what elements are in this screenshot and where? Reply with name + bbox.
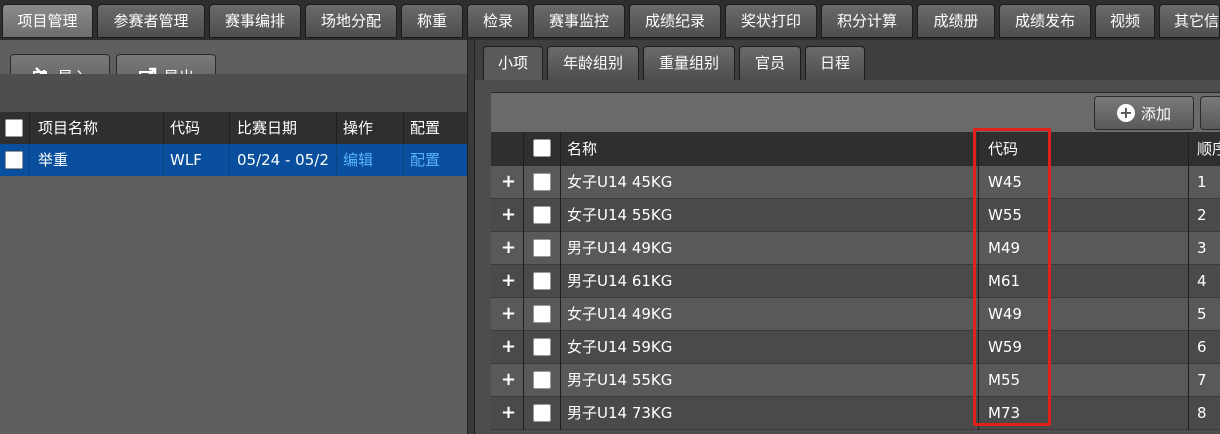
event-order: 5 — [1197, 305, 1207, 323]
event-order: 4 — [1197, 272, 1207, 290]
column-header-config[interactable]: 配置 — [410, 112, 440, 144]
panel-splitter[interactable] — [467, 40, 475, 434]
column-header-event-name[interactable]: 名称 — [567, 133, 597, 165]
subtab-weight-groups[interactable]: 重量组别 — [643, 46, 735, 80]
event-row[interactable]: + 女子U14 55KG W55 2 — [491, 199, 1220, 232]
event-name: 女子U14 45KG — [567, 173, 673, 191]
event-row[interactable]: + 男子U14 55KG M55 7 — [491, 364, 1220, 397]
expand-icon[interactable]: + — [501, 166, 516, 198]
row-checkbox[interactable] — [533, 239, 551, 257]
row-checkbox[interactable] — [533, 173, 551, 191]
column-header-date[interactable]: 比赛日期 — [237, 112, 297, 144]
expand-icon[interactable]: + — [501, 331, 516, 363]
column-header-name[interactable]: 项目名称 — [38, 112, 98, 144]
event-name: 男子U14 55KG — [567, 371, 673, 389]
subtab-schedule[interactable]: 日程 — [805, 46, 865, 80]
sub-tab-bar: 小项 年龄组别 重量组别 官员 日程 — [475, 40, 1220, 80]
tab-certificate-print[interactable]: 奖状打印 — [725, 4, 817, 38]
tab-project-management[interactable]: 项目管理 — [2, 4, 93, 38]
add-event-label: 添加 — [1140, 104, 1171, 123]
tab-schedule[interactable]: 赛事编排 — [209, 4, 301, 38]
project-toolbar — [0, 74, 467, 112]
select-all-events-checkbox[interactable] — [533, 139, 551, 157]
row-checkbox[interactable] — [533, 371, 551, 389]
event-order: 2 — [1197, 206, 1207, 224]
expand-icon[interactable]: + — [501, 298, 516, 330]
project-date: 05/24 - 05/2 — [237, 151, 329, 169]
subtab-officials[interactable]: 官员 — [739, 46, 801, 80]
event-order: 1 — [1197, 173, 1207, 191]
event-order: 7 — [1197, 371, 1207, 389]
expand-icon[interactable]: + — [501, 397, 516, 429]
tab-monitor[interactable]: 赛事监控 — [533, 4, 625, 38]
tab-results-record[interactable]: 成绩纪录 — [629, 4, 721, 38]
event-row[interactable]: + 男子U14 49KG M49 3 — [491, 232, 1220, 265]
event-row[interactable]: + 女子U14 45KG W45 1 — [491, 166, 1220, 199]
event-order: 8 — [1197, 404, 1207, 422]
column-header-action[interactable]: 操作 — [343, 112, 373, 144]
event-name: 女子U14 55KG — [567, 206, 673, 224]
tab-venue[interactable]: 场地分配 — [305, 4, 397, 38]
event-row[interactable]: + 女子U14 49KG W49 5 — [491, 298, 1220, 331]
row-checkbox[interactable] — [5, 151, 23, 169]
top-tab-bar: 项目管理 参赛者管理 赛事编排 场地分配 称重 检录 赛事监控 成绩纪录 奖状打… — [0, 0, 1220, 40]
row-checkbox[interactable] — [533, 305, 551, 323]
row-checkbox[interactable] — [533, 206, 551, 224]
edit-link[interactable]: 编辑 — [343, 144, 373, 176]
event-row[interactable]: + 女子U14 59KG W59 6 — [491, 331, 1220, 364]
row-checkbox[interactable] — [533, 404, 551, 422]
event-name: 男子U14 49KG — [567, 239, 673, 257]
project-row[interactable]: 举重 WLF 05/24 - 05/2 编辑 配置 — [0, 144, 467, 176]
project-code: WLF — [170, 151, 202, 169]
add-event-button[interactable]: + 添加 — [1094, 96, 1194, 130]
expand-icon[interactable]: + — [501, 199, 516, 231]
event-order: 3 — [1197, 239, 1207, 257]
row-checkbox[interactable] — [533, 272, 551, 290]
tab-results-book[interactable]: 成绩册 — [917, 4, 995, 38]
expand-icon[interactable]: + — [501, 364, 516, 396]
more-toolbar-button[interactable] — [1200, 96, 1220, 130]
expand-icon[interactable]: + — [501, 265, 516, 297]
event-table-header: 名称 代码 顺序 — [491, 132, 1220, 166]
event-name: 男子U14 61KG — [567, 272, 673, 290]
event-name: 女子U14 59KG — [567, 338, 673, 356]
event-name: 男子U14 73KG — [567, 404, 673, 422]
event-row[interactable]: + 男子U14 61KG M61 4 — [491, 265, 1220, 298]
project-table-header: 项目名称 代码 比赛日期 操作 配置 — [0, 112, 467, 144]
subtab-age-groups[interactable]: 年龄组别 — [547, 46, 639, 80]
tab-video[interactable]: 视频 — [1095, 4, 1155, 38]
config-link[interactable]: 配置 — [410, 144, 440, 176]
event-row[interactable]: + 男子U14 73KG M73 8 — [491, 397, 1220, 430]
column-header-code[interactable]: 代码 — [170, 112, 200, 144]
tab-other[interactable]: 其它信 — [1159, 4, 1220, 38]
plus-circle-icon: + — [1116, 104, 1135, 122]
event-name: 女子U14 49KG — [567, 305, 673, 323]
event-order: 6 — [1197, 338, 1207, 356]
column-header-order[interactable]: 顺序 — [1197, 133, 1220, 165]
tab-weigh-in[interactable]: 称重 — [401, 4, 463, 38]
tab-results-publish[interactable]: 成绩发布 — [999, 4, 1091, 38]
tab-participants[interactable]: 参赛者管理 — [97, 4, 205, 38]
tab-points[interactable]: 积分计算 — [821, 4, 913, 38]
row-checkbox[interactable] — [533, 338, 551, 356]
project-name: 举重 — [38, 151, 69, 169]
expand-icon[interactable]: + — [501, 232, 516, 264]
subtab-events[interactable]: 小项 — [483, 46, 543, 80]
select-all-checkbox[interactable] — [5, 119, 23, 137]
tab-check-in[interactable]: 检录 — [467, 4, 529, 38]
code-column-highlight — [973, 128, 1051, 426]
